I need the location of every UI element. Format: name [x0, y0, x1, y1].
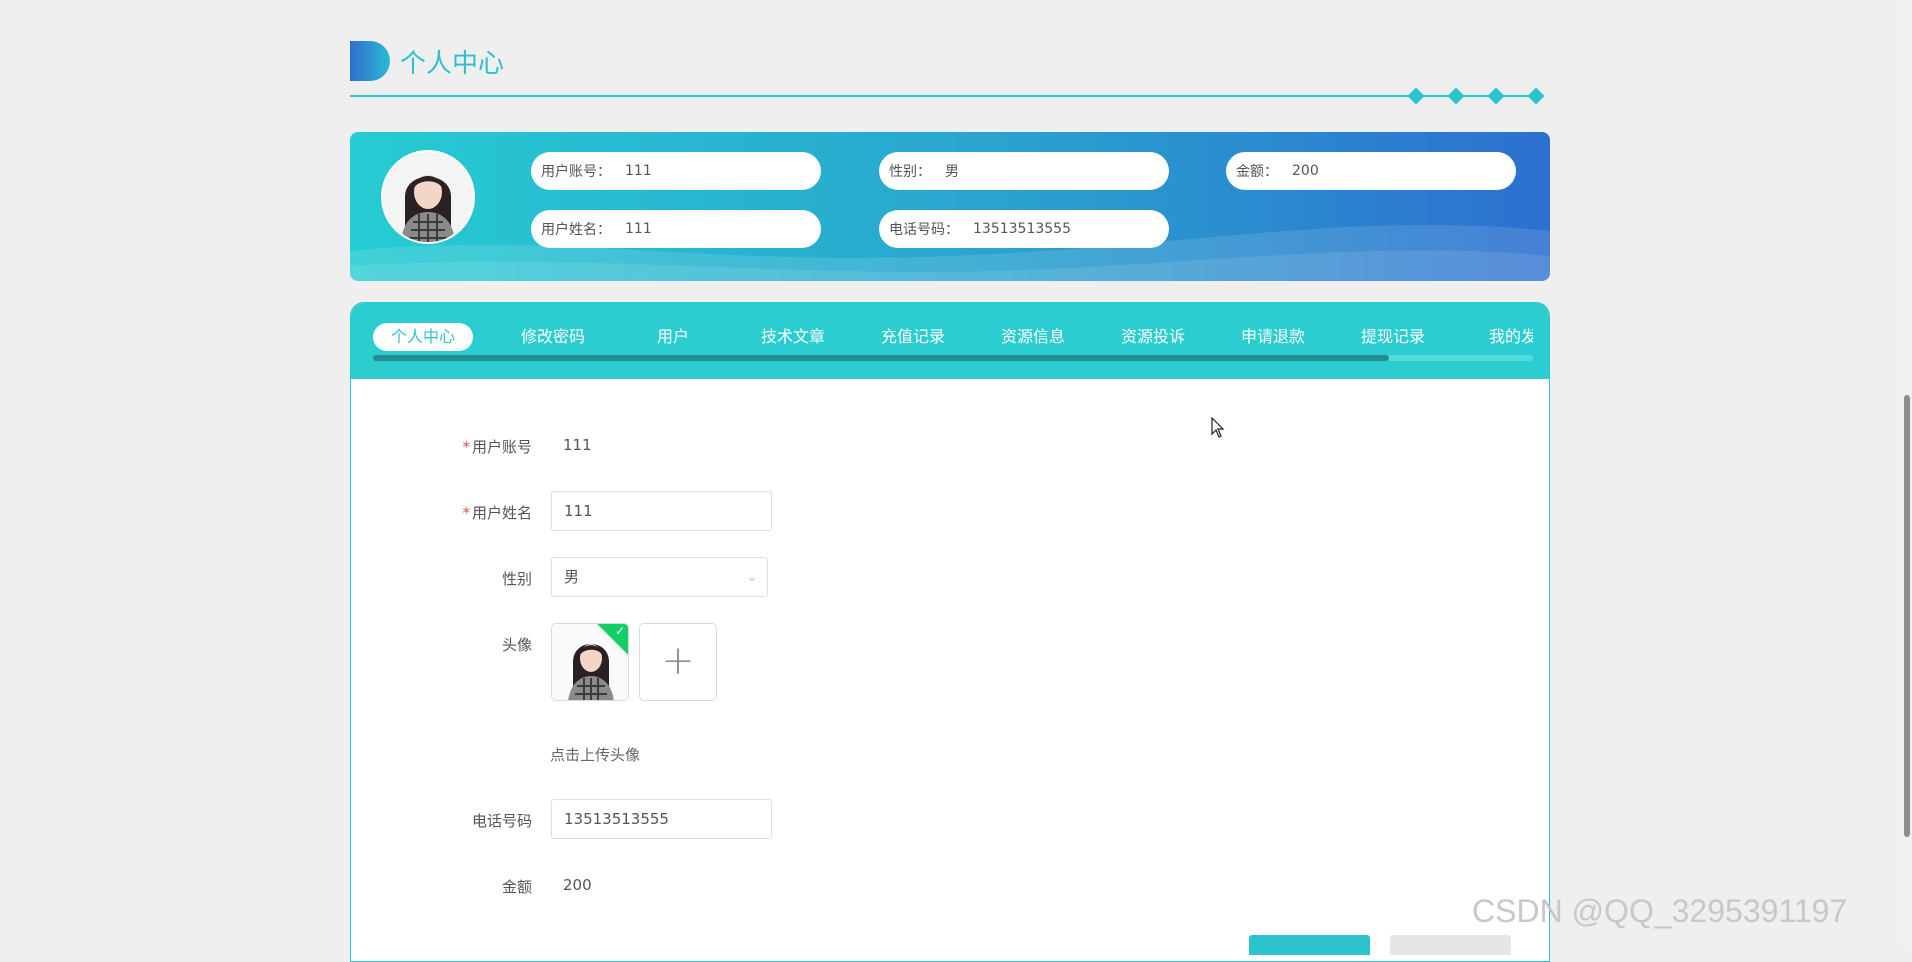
user-info-banner: 用户账号： 111 性别： 男 金额： 200 用户姓名： 111 电话号码： …: [350, 132, 1550, 281]
banner-phone-value: 13513513555: [973, 221, 1071, 237]
banner-amount-pill: 金额： 200: [1226, 152, 1516, 190]
avatar-photo-icon: [383, 152, 473, 242]
form-amount-value: 200: [563, 876, 592, 894]
cancel-button[interactable]: [1390, 935, 1511, 955]
avatar: [383, 152, 473, 242]
banner-phone-label: 电话号码：: [889, 222, 959, 238]
banner-gender-value: 男: [945, 164, 959, 180]
banner-account-label: 用户账号：: [541, 164, 611, 180]
banner-account-value: 111: [625, 163, 652, 179]
diamond-decoration: [1447, 87, 1465, 105]
uploaded-avatar-thumbnail[interactable]: ✓: [551, 623, 629, 701]
page-scrollbar[interactable]: [1900, 0, 1912, 948]
tab-scrollbar[interactable]: [373, 355, 1533, 361]
mouse-cursor-icon: [1211, 417, 1225, 438]
tab-resource-info[interactable]: 资源信息: [973, 323, 1093, 351]
profile-panel: 个人中心 修改密码 用户 技术文章 充值记录 资源信息 资源投诉 申请退款 提现记录 我的发 * 用…: [350, 302, 1550, 962]
tab-scrollbar-thumb[interactable]: [373, 355, 1389, 361]
banner-account-pill: 用户账号： 111: [531, 152, 821, 190]
name-input[interactable]: 111: [551, 491, 772, 531]
page-title: 个人中心: [400, 48, 505, 79]
diamond-decoration: [1527, 87, 1545, 105]
tab-list: 个人中心 修改密码 用户 技术文章 充值记录 资源信息 资源投诉 申请退款 提现记录 我的发: [373, 323, 1533, 353]
tab-bar: 个人中心 修改密码 用户 技术文章 充值记录 资源信息 资源投诉 申请退款 提现记录 我的发: [351, 303, 1549, 379]
tab-recharge-records[interactable]: 充值记录: [853, 323, 973, 351]
avatar-upload-button[interactable]: +: [639, 623, 717, 701]
banner-name-label: 用户姓名：: [541, 222, 611, 238]
page-scrollbar-thumb[interactable]: [1904, 395, 1910, 837]
banner-gender-label: 性别：: [889, 164, 931, 180]
gender-select-value: 男: [564, 568, 580, 586]
form-amount-label: 金额: [501, 878, 532, 896]
banner-name-value: 111: [625, 221, 652, 237]
diamond-decoration: [1407, 87, 1425, 105]
banner-phone-pill: 电话号码： 13513513555: [879, 210, 1169, 248]
page-header: 个人中心: [350, 41, 504, 81]
tab-users[interactable]: 用户: [613, 323, 733, 351]
title-divider: [350, 95, 1542, 97]
banner-amount-value: 200: [1292, 163, 1319, 179]
gender-select[interactable]: 男 ⌄: [551, 557, 768, 597]
diamond-decoration: [1487, 87, 1505, 105]
tab-refund-requests[interactable]: 申请退款: [1213, 323, 1333, 351]
form-phone-label: 电话号码: [471, 812, 532, 830]
tab-change-password[interactable]: 修改密码: [493, 323, 613, 351]
tab-withdraw-records[interactable]: 提现记录: [1333, 323, 1453, 351]
submit-button[interactable]: [1249, 935, 1370, 955]
banner-name-pill: 用户姓名： 111: [531, 210, 821, 248]
required-mark: *: [462, 504, 470, 522]
required-mark: *: [462, 438, 470, 456]
form-avatar-label: 头像: [501, 636, 532, 654]
tab-tech-articles[interactable]: 技术文章: [733, 323, 853, 351]
tab-my-posts[interactable]: 我的发: [1453, 323, 1533, 351]
upload-hint-text: 点击上传头像: [550, 746, 641, 764]
tab-profile[interactable]: 个人中心: [373, 323, 473, 351]
tab-resource-complaints[interactable]: 资源投诉: [1093, 323, 1213, 351]
banner-gender-pill: 性别： 男: [879, 152, 1169, 190]
form-account-label: * 用户账号: [462, 438, 532, 456]
form-account-value: 111: [563, 436, 592, 454]
banner-amount-label: 金额：: [1236, 164, 1278, 180]
check-icon: ✓: [614, 624, 625, 638]
form-gender-label: 性别: [501, 570, 532, 588]
phone-input[interactable]: 13513513555: [551, 799, 772, 839]
form-name-label: * 用户姓名: [462, 504, 532, 522]
watermark-text: CSDN @QQ_3295391197: [1472, 893, 1848, 929]
title-badge-icon: [350, 41, 390, 81]
plus-icon: +: [661, 638, 695, 684]
chevron-down-icon: ⌄: [746, 570, 757, 584]
